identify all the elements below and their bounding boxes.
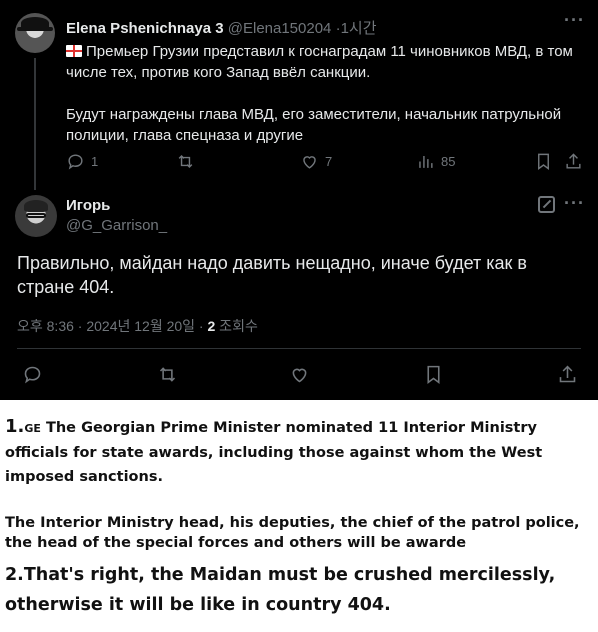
share-icon bbox=[559, 365, 576, 383]
tweet1-time[interactable]: 1시간 bbox=[341, 20, 377, 37]
translation-item1: 1.GE The Georgian Prime Minister nominat… bbox=[5, 415, 585, 489]
translation-item1-flag: GE bbox=[24, 422, 41, 435]
tweet2-author-handle[interactable]: @G_Garrison_ bbox=[66, 217, 167, 234]
retweet-icon bbox=[159, 367, 176, 382]
tweet2-views-label: 조회수 bbox=[215, 318, 258, 334]
tweet1-like-count: 7 bbox=[325, 154, 333, 169]
share-icon bbox=[566, 153, 581, 169]
tweet1-action-bar: 1 7 85 bbox=[66, 152, 586, 174]
translation-item1-number: 1. bbox=[5, 416, 25, 437]
divider bbox=[17, 348, 581, 349]
tweet2-text: Правильно, майдан надо давить нещадно, и… bbox=[17, 253, 527, 297]
tweet1-author-name[interactable]: Elena Pshenichnaya 3 bbox=[66, 20, 224, 37]
tweet2-share-button[interactable] bbox=[557, 364, 578, 390]
translation-caption: 1.GE The Georgian Prime Minister nominat… bbox=[0, 400, 598, 632]
tweet1-text-line1: Премьер Грузии представил к госнаградам … bbox=[66, 43, 573, 81]
tweet1-author-handle[interactable]: @Elena150204 bbox=[228, 20, 332, 37]
translation-item1-text2: The Interior Ministry head, his deputies… bbox=[5, 515, 580, 551]
tweet1-text-line2: Будут награждены глава МВД, его заместит… bbox=[66, 106, 562, 144]
tweet2-author-name[interactable]: Игорь bbox=[66, 197, 110, 214]
retweet-icon bbox=[178, 154, 193, 169]
tweet1-view-count: 85 bbox=[441, 154, 456, 169]
tweet1-more-options-icon[interactable]: ··· bbox=[564, 10, 585, 31]
thread-connector-line bbox=[34, 58, 36, 190]
tweet-thread-screenshot: Elena Pshenichnaya 3 @Elena150204 ·1시간 ·… bbox=[0, 0, 598, 400]
tweet1-like-button[interactable]: 7 bbox=[300, 152, 332, 171]
heart-icon bbox=[303, 156, 316, 169]
tweet2-reply-button[interactable] bbox=[22, 364, 43, 390]
bookmark-icon bbox=[427, 365, 440, 384]
tweet2-bookmark-button[interactable] bbox=[423, 364, 444, 390]
bookmark-icon bbox=[538, 153, 549, 171]
grok-edit-icon[interactable] bbox=[538, 196, 555, 213]
tweet1-share-button[interactable] bbox=[564, 152, 583, 171]
tweet2-meta: 오후 8:36 · 2024년 12월 20일 · 2 조회수 bbox=[17, 316, 258, 336]
reply-icon bbox=[68, 154, 83, 170]
igor-avatar[interactable] bbox=[15, 195, 57, 237]
translation-item2-text: 2.That's right, the Maidan must be crush… bbox=[5, 565, 556, 615]
elena-avatar[interactable] bbox=[15, 13, 55, 53]
tweet2-timestamp[interactable]: 오후 8:36 · 2024년 12월 20일 · bbox=[17, 318, 208, 334]
tweet2-more-options-icon[interactable]: ··· bbox=[564, 193, 585, 214]
georgia-flag-icon bbox=[66, 45, 82, 57]
views-chart-icon bbox=[419, 155, 433, 168]
tweet2-retweet-button[interactable] bbox=[157, 364, 178, 390]
tweet1-text: Премьер Грузии представил к госнаградам … bbox=[66, 41, 576, 167]
heart-icon bbox=[292, 368, 307, 383]
tweet1-bookmark-button[interactable] bbox=[534, 152, 553, 171]
tweet1-header: Elena Pshenichnaya 3 @Elena150204 ·1시간 bbox=[66, 17, 377, 38]
tweet2-like-button[interactable] bbox=[289, 364, 310, 390]
tweet2-action-bar bbox=[22, 364, 587, 386]
translation-item1-text: The Georgian Prime Minister nominated 11… bbox=[5, 420, 543, 485]
tweet1-reply-count: 1 bbox=[91, 154, 99, 169]
reply-icon bbox=[24, 366, 41, 384]
tweet1-retweet-button[interactable] bbox=[176, 152, 195, 171]
tweet1-reply-button[interactable]: 1 bbox=[66, 152, 98, 171]
tweet1-views-button[interactable]: 85 bbox=[416, 152, 455, 171]
